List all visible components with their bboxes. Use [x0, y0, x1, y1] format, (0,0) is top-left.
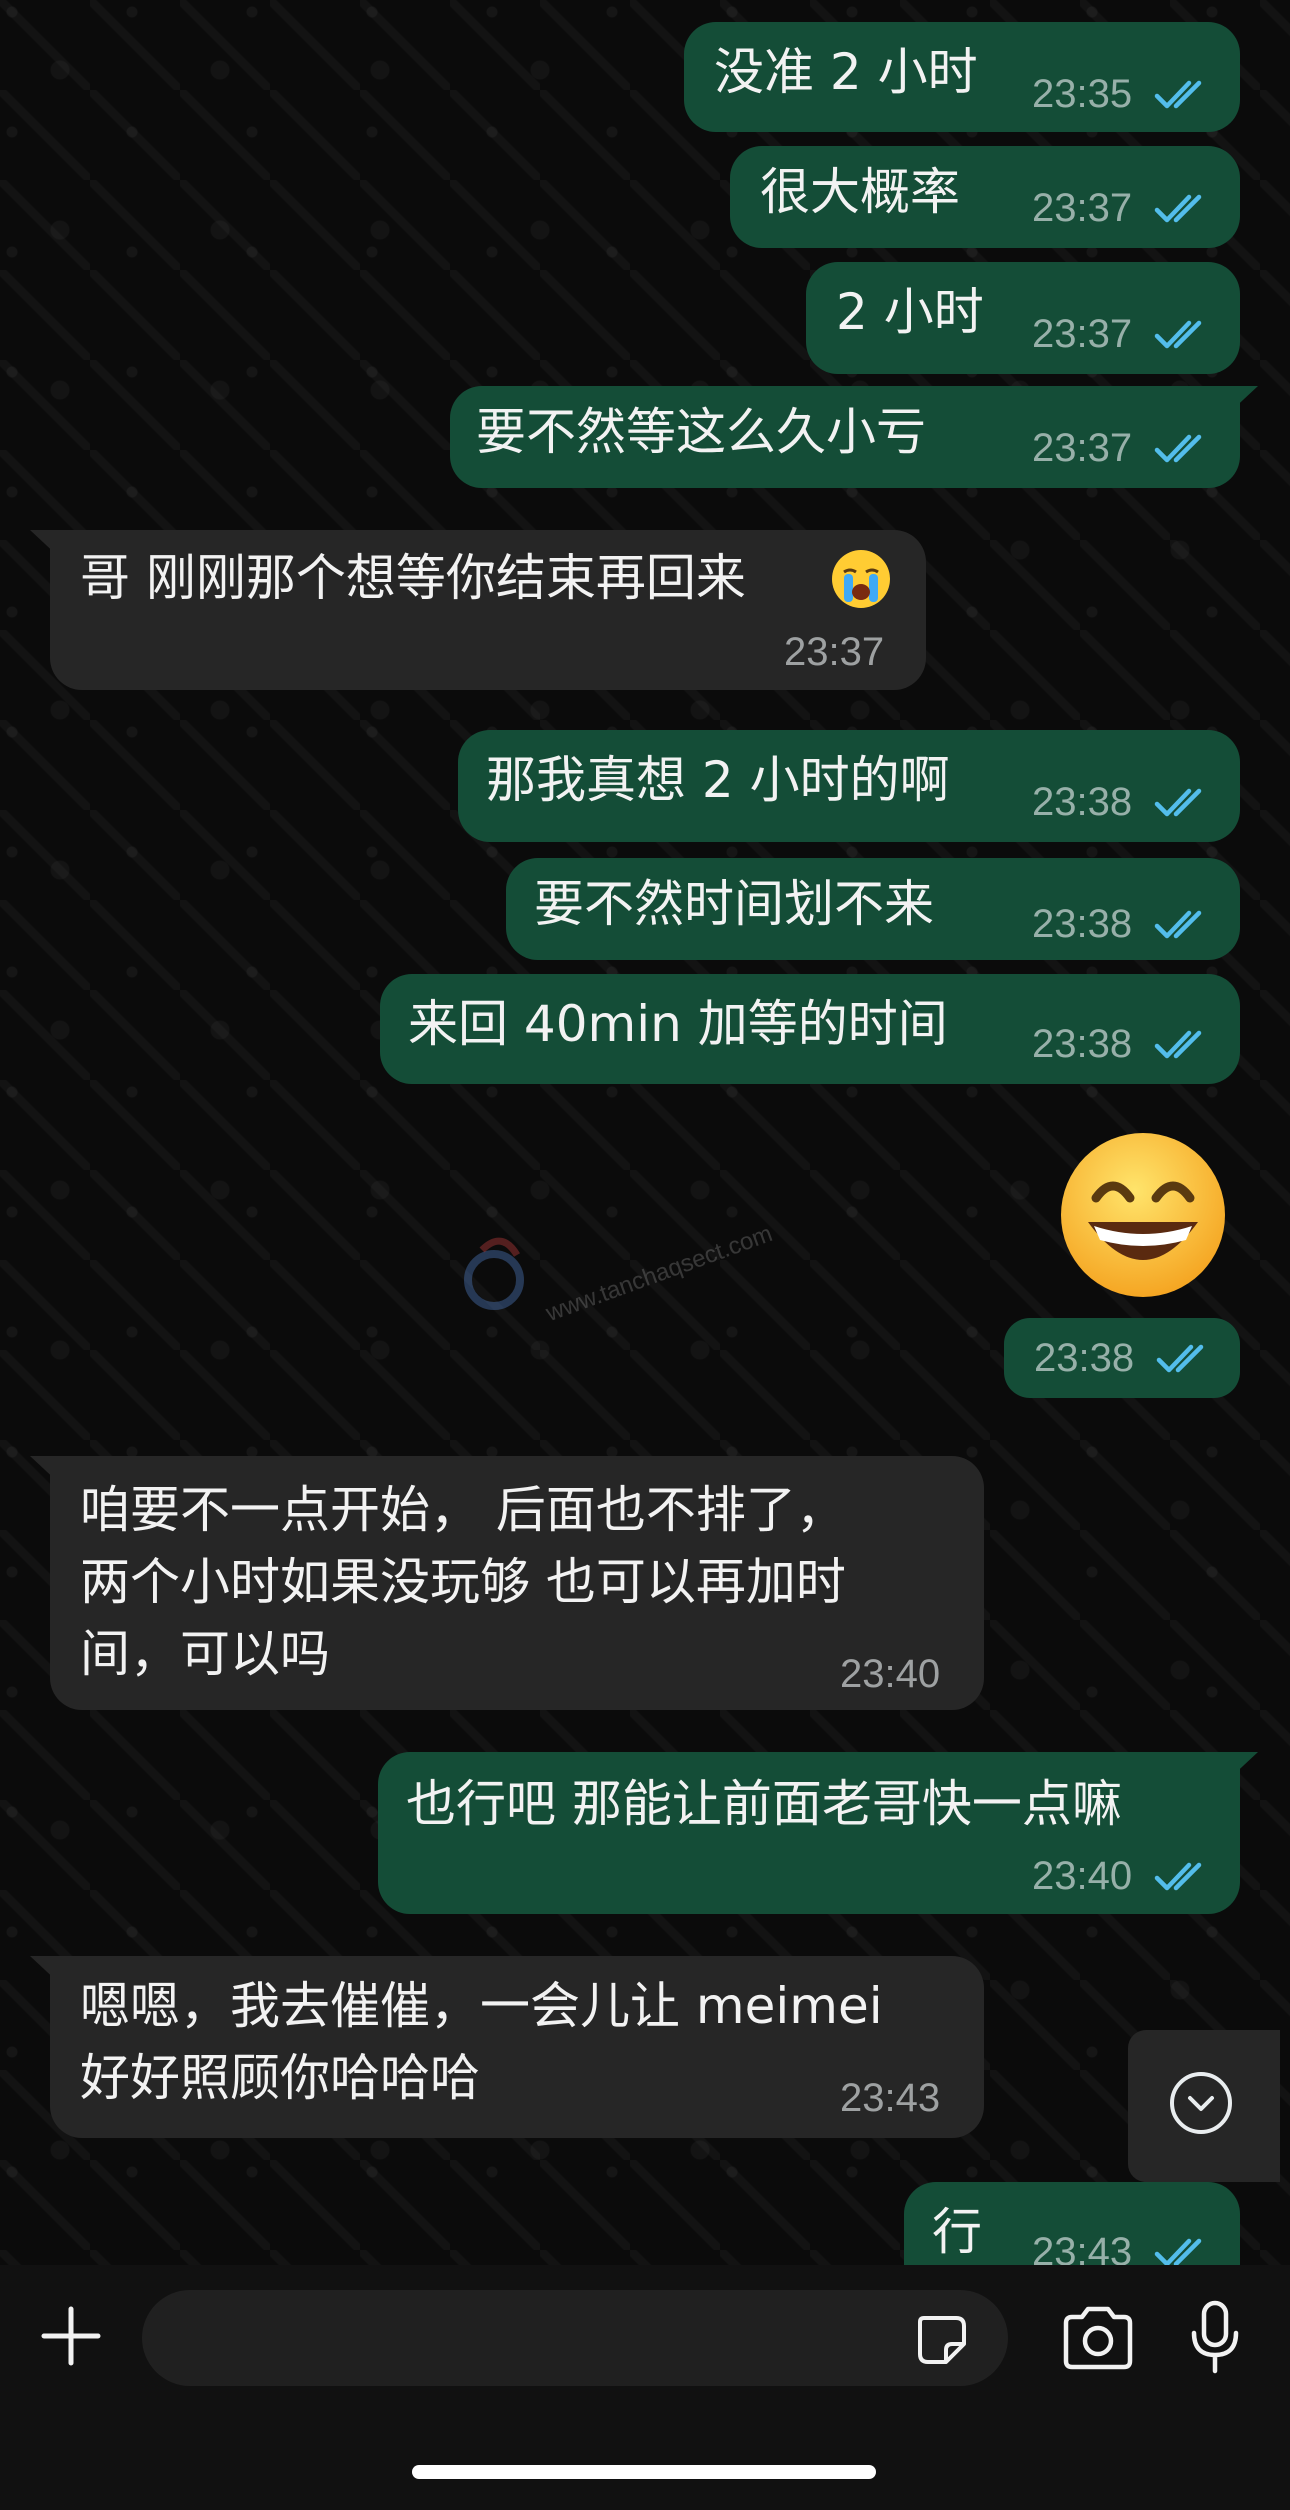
- message-text: 来回 40min 加等的时间: [408, 995, 948, 1053]
- bubble-tail: [1228, 1752, 1258, 1780]
- scroll-to-bottom-button[interactable]: [1128, 2030, 1280, 2182]
- message-outgoing[interactable]: 很大概率 23:37: [730, 146, 1240, 248]
- read-ticks-icon: [1154, 910, 1202, 939]
- read-ticks-icon: [1154, 194, 1202, 223]
- home-indicator: [412, 2465, 876, 2479]
- bubble-tail: [30, 1456, 60, 1484]
- message-time: 23:37: [1032, 312, 1133, 356]
- message-text-line: 嗯嗯，我去催催，一会儿让 meimei: [80, 1977, 883, 2035]
- message-outgoing[interactable]: 行 23:43: [904, 2182, 1240, 2265]
- message-time: 23:37: [784, 630, 885, 674]
- message-text: 哥 刚刚那个想等你结束再回来: [80, 549, 746, 607]
- message-text-line: 咱要不一点开始， 后面也不排了，: [80, 1481, 846, 1539]
- message-time: 23:38: [1034, 1336, 1135, 1380]
- message-outgoing[interactable]: 要不然等这么久小亏 23:37: [450, 386, 1240, 488]
- message-time: 23:43: [840, 2076, 941, 2120]
- bubble-tail: [30, 1956, 60, 1984]
- message-time: 23:37: [1032, 186, 1133, 230]
- chat-area[interactable]: www.tanchaqsect.com 没准 2 小时 23:35 很大概率 2…: [0, 0, 1290, 2265]
- microphone-icon[interactable]: [1186, 2299, 1244, 2377]
- message-text-line: 两个小时如果没玩够 也可以再加时: [80, 1553, 846, 1611]
- message-text: 要不然等这么久小亏: [476, 403, 926, 461]
- bubble-tail: [1228, 386, 1258, 414]
- read-ticks-icon: [1154, 1030, 1202, 1059]
- read-ticks-icon: [1156, 1344, 1204, 1373]
- message-input[interactable]: [142, 2290, 1008, 2386]
- camera-icon[interactable]: [1060, 2305, 1136, 2371]
- chevron-down-icon: [1170, 2072, 1232, 2134]
- loudly-crying-face-icon: [832, 550, 890, 608]
- read-ticks-icon: [1154, 1862, 1202, 1891]
- read-ticks-icon: [1154, 2238, 1202, 2265]
- read-ticks-icon: [1154, 320, 1202, 349]
- message-text: 也行吧 那能让前面老哥快一点嘛: [406, 1775, 1122, 1833]
- read-ticks-icon: [1154, 434, 1202, 463]
- watermark: www.tanchaqsect.com: [542, 1220, 777, 1328]
- message-time: 23:38: [1032, 902, 1133, 946]
- message-text: 那我真想 2 小时的啊: [486, 751, 950, 809]
- plus-icon[interactable]: [38, 2303, 104, 2369]
- message-outgoing-time-pill[interactable]: 23:38: [1004, 1318, 1240, 1398]
- message-outgoing[interactable]: 要不然时间划不来 23:38: [506, 858, 1240, 960]
- message-time: 23:40: [1032, 1854, 1133, 1898]
- message-outgoing[interactable]: 2 小时 23:37: [806, 262, 1240, 374]
- message-incoming[interactable]: 嗯嗯，我去催催，一会儿让 meimei 好好照顾你哈哈哈 23:43: [50, 1956, 984, 2138]
- message-outgoing[interactable]: 那我真想 2 小时的啊 23:38: [458, 730, 1240, 842]
- message-text: 行: [932, 2203, 982, 2261]
- message-text-line: 间，可以吗: [80, 1625, 330, 1683]
- grinning-face-with-smiling-eyes-icon[interactable]: [1058, 1130, 1228, 1300]
- message-incoming[interactable]: 哥 刚刚那个想等你结束再回来 23:37: [50, 530, 926, 690]
- message-text: 要不然时间划不来: [534, 875, 934, 933]
- message-time: 23:38: [1032, 780, 1133, 824]
- bubble-tail: [30, 530, 60, 558]
- message-text: 没准 2 小时: [714, 43, 978, 101]
- message-outgoing[interactable]: 没准 2 小时 23:35: [684, 22, 1240, 132]
- message-time: 23:37: [1032, 426, 1133, 470]
- watermark-logo: [462, 1230, 532, 1320]
- message-incoming[interactable]: 咱要不一点开始， 后面也不排了， 两个小时如果没玩够 也可以再加时 间，可以吗 …: [50, 1456, 984, 1710]
- message-outgoing[interactable]: 来回 40min 加等的时间 23:38: [380, 974, 1240, 1084]
- message-time: 23:40: [840, 1652, 941, 1696]
- read-ticks-icon: [1154, 788, 1202, 817]
- message-time: 23:43: [1032, 2230, 1133, 2265]
- message-outgoing[interactable]: 也行吧 那能让前面老哥快一点嘛 23:40: [378, 1752, 1240, 1914]
- sticker-icon[interactable]: [914, 2312, 970, 2368]
- message-text: 很大概率: [760, 163, 960, 221]
- message-text: 2 小时: [836, 283, 984, 341]
- message-text-line: 好好照顾你哈哈哈: [80, 2049, 480, 2107]
- read-ticks-icon: [1154, 80, 1202, 109]
- message-time: 23:38: [1032, 1022, 1133, 1066]
- message-time: 23:35: [1032, 72, 1133, 116]
